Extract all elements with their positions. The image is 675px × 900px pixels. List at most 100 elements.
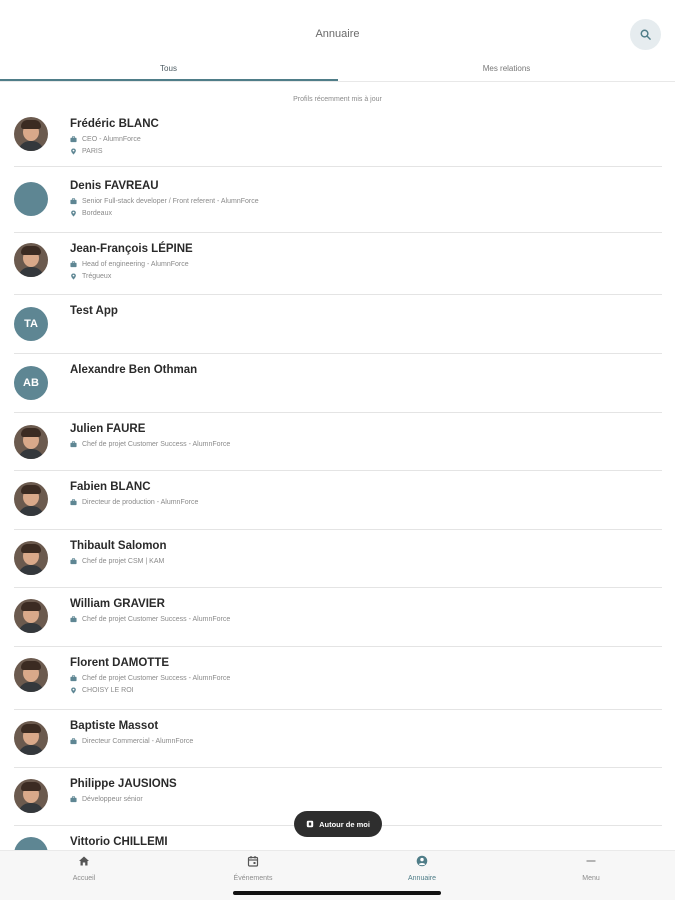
person-name: Vittorio CHILLEMI (70, 836, 168, 848)
person-location-text: CHOISY LE ROI (82, 687, 134, 694)
nearby-button-label: Autour de moi (319, 819, 370, 829)
list-item[interactable]: Jean-François LÉPINE Head of engineering … (0, 233, 675, 295)
person-job: CEO - AlumnForce (70, 136, 141, 143)
search-button[interactable] (630, 19, 661, 50)
list-item[interactable]: Fabien BLANC Directeur de production - Al… (0, 471, 675, 530)
person-name: Frédéric BLANC (70, 118, 159, 130)
nav-menu[interactable]: Menu (507, 855, 675, 882)
person-job-text: CEO - AlumnForce (82, 136, 141, 143)
briefcase-icon (70, 738, 77, 745)
briefcase-icon (70, 796, 77, 803)
list-item[interactable]: William GRAVIER Chef de projet Customer S… (0, 588, 675, 647)
person-job-text: Chef de projet CSM | KAM (82, 558, 165, 565)
person-job-text: Head of engineering - AlumnForce (82, 261, 189, 268)
person-name: Test App (70, 305, 118, 317)
directory-tabs: Tous Mes relations (0, 60, 675, 82)
person-name: Alexandre Ben Othman (70, 364, 198, 376)
briefcase-icon (70, 616, 77, 623)
person-name: Julien FAURE (70, 423, 146, 435)
person-job: Chef de projet Customer Success - AlumnF… (70, 441, 230, 448)
person-job: Senior Full-stack developer / Front refe… (70, 198, 259, 205)
person-name: Fabien BLANC (70, 481, 151, 493)
list-item[interactable]: AB Alexandre Ben Othman (0, 354, 675, 413)
person-location-text: Trégueux (82, 273, 112, 280)
briefcase-icon (70, 136, 77, 143)
avatar: TA (14, 307, 48, 341)
briefcase-icon (70, 675, 77, 682)
person-name: William GRAVIER (70, 598, 165, 610)
nav-events-label: Événements (233, 875, 273, 882)
person-name: Philippe JAUSIONS (70, 778, 177, 790)
nav-menu-label: Menu (582, 875, 600, 882)
avatar (14, 425, 48, 459)
list-item[interactable]: Frédéric BLANC CEO - AlumnForce PARIS (0, 108, 675, 167)
person-job-text: Chef de projet Customer Success - AlumnF… (82, 616, 231, 623)
list-item[interactable]: TA Test App (0, 295, 675, 354)
avatar (14, 658, 48, 692)
person-location-text: PARIS (82, 148, 103, 155)
person-job: Chef de projet Customer Success - AlumnF… (70, 616, 230, 623)
section-label: Profils récemment mis à jour (293, 96, 382, 103)
person-name: Jean-François LÉPINE (70, 243, 193, 255)
list-item[interactable]: Florent DAMOTTE Chef de projet Customer S… (0, 647, 675, 710)
page-title: Annuaire (315, 28, 360, 40)
nav-home-label: Accueil (72, 875, 96, 882)
person-job: Directeur Commercial - AlumnForce (70, 738, 193, 745)
list-item[interactable]: Thibault Salomon Chef de projet CSM | KAM (0, 530, 675, 588)
list-item[interactable]: Julien FAURE Chef de projet Customer Succ… (0, 413, 675, 471)
list-item[interactable]: Denis FAVREAU Senior Full-stack developer… (0, 170, 675, 233)
briefcase-icon (70, 441, 77, 448)
location-pin-icon (71, 148, 76, 155)
avatar (14, 721, 48, 755)
app-header: Annuaire (0, 0, 675, 60)
nearby-button[interactable]: Autour de moi (294, 811, 382, 837)
nav-home[interactable]: Accueil (0, 855, 168, 882)
person-location-text: Bordeaux (82, 210, 112, 217)
briefcase-icon (70, 558, 77, 565)
avatar: AB (14, 366, 48, 400)
person-job-text: Directeur de production - AlumnForce (82, 499, 199, 506)
person-name: Florent DAMOTTE (70, 657, 170, 669)
nav-directory[interactable]: Annuaire (338, 855, 506, 882)
person-job: Chef de projet CSM | KAM (70, 558, 164, 565)
person-job-text: Chef de projet Customer Success - AlumnF… (82, 675, 231, 682)
person-icon (416, 855, 428, 867)
person-location: CHOISY LE ROI (70, 687, 134, 694)
active-tab-indicator (0, 79, 338, 81)
person-location: PARIS (70, 148, 103, 155)
person-job: Chef de projet Customer Success - AlumnF… (70, 675, 230, 682)
person-job: Head of engineering - AlumnForce (70, 261, 189, 268)
person-job-text: Chef de projet Customer Success - AlumnF… (82, 441, 231, 448)
map-icon (306, 820, 314, 828)
person-location: Trégueux (70, 273, 111, 280)
person-job: Directeur de production - AlumnForce (70, 499, 198, 506)
avatar (14, 599, 48, 633)
nav-directory-label: Annuaire (407, 875, 437, 882)
location-pin-icon (71, 273, 76, 280)
briefcase-icon (70, 499, 77, 506)
person-name: Denis FAVREAU (70, 180, 159, 192)
briefcase-icon (70, 261, 77, 268)
briefcase-icon (70, 198, 77, 205)
person-job-text: Développeur sénior (82, 796, 143, 803)
person-location: Bordeaux (70, 210, 112, 217)
person-job: Développeur sénior (70, 796, 143, 803)
location-pin-icon (71, 210, 76, 217)
tab-all[interactable]: Tous (0, 64, 337, 73)
row-divider (14, 166, 662, 167)
avatar-initials: AB (23, 377, 39, 389)
home-icon (79, 856, 89, 866)
avatar (14, 482, 48, 516)
home-indicator (233, 891, 441, 895)
avatar (14, 182, 48, 216)
nav-events[interactable]: Événements (169, 855, 337, 882)
person-job-text: Senior Full-stack developer / Front refe… (82, 198, 259, 205)
person-name: Thibault Salomon (70, 540, 167, 552)
location-pin-icon (71, 687, 76, 694)
person-job-text: Directeur Commercial - AlumnForce (82, 738, 194, 745)
list-item[interactable]: Baptiste Massot Directeur Commercial - Al… (0, 710, 675, 768)
person-name: Baptiste Massot (70, 720, 159, 732)
menu-icon (586, 860, 596, 862)
avatar (14, 117, 48, 151)
tab-my-relations[interactable]: Mes relations (338, 64, 675, 73)
